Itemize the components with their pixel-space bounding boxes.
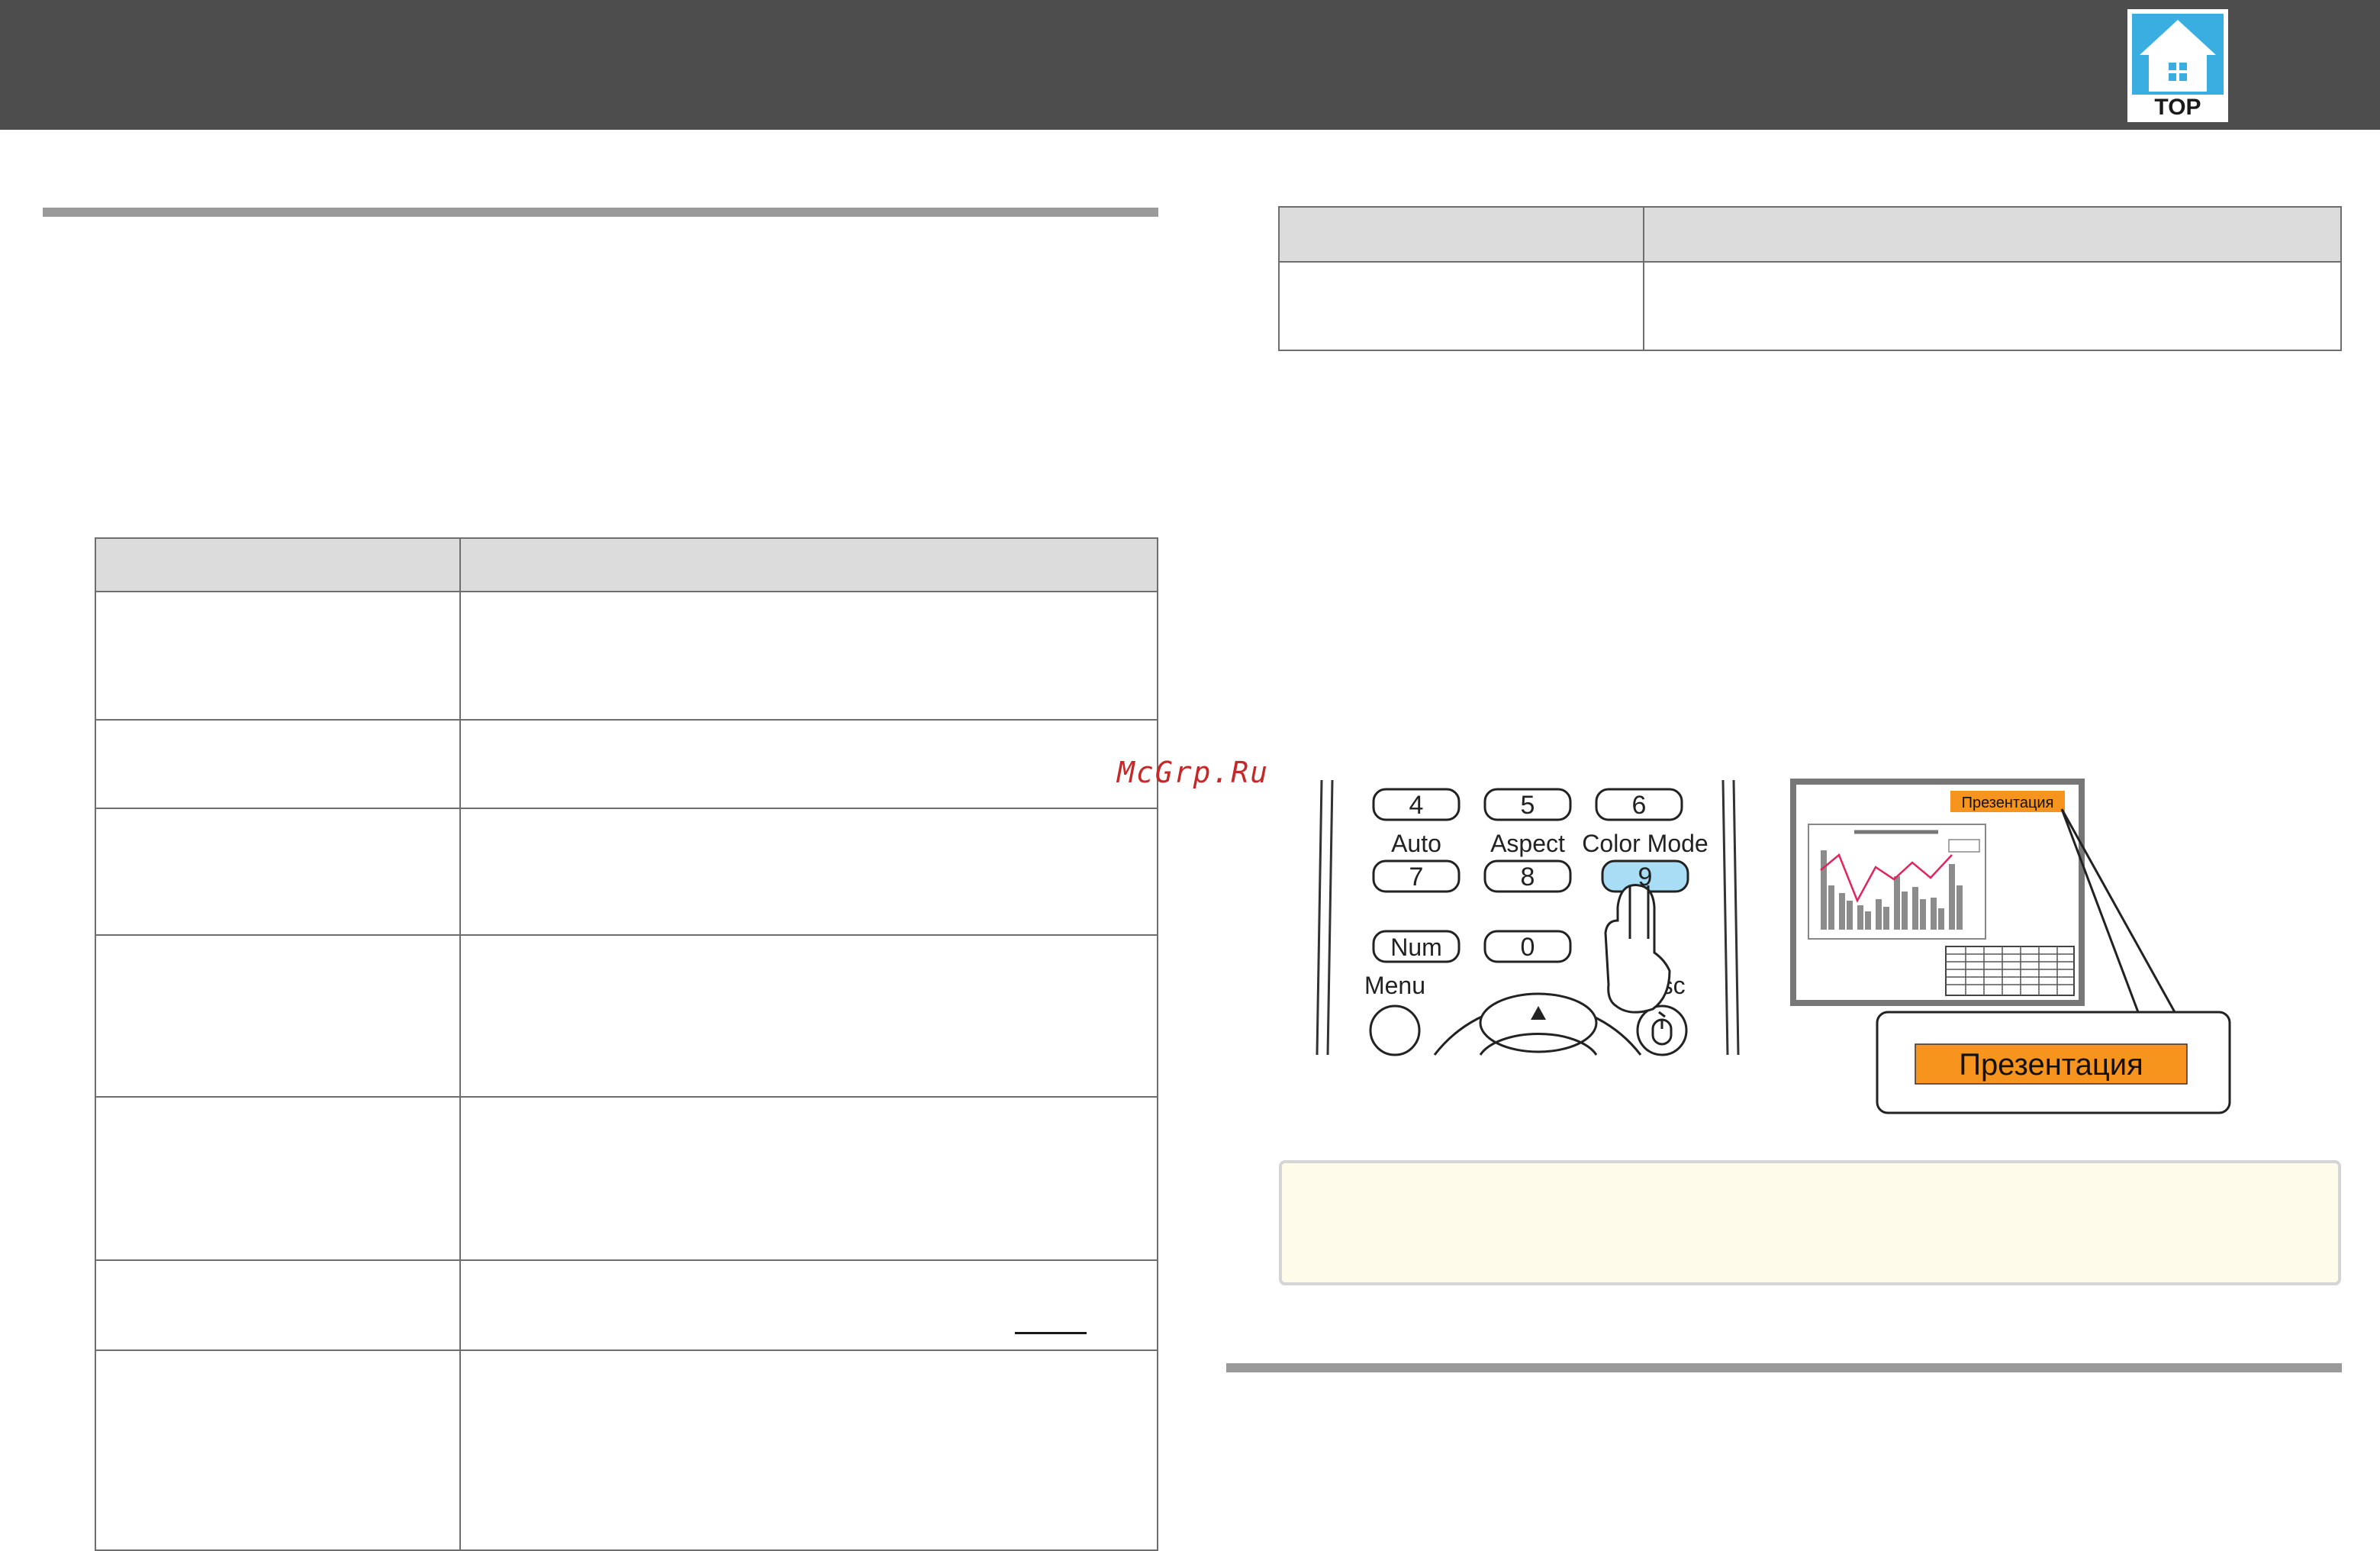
table-row bbox=[95, 591, 1158, 721]
settings-table-continued bbox=[1278, 206, 2342, 351]
projected-screen: Презентация bbox=[1790, 779, 2085, 1006]
table-row bbox=[95, 808, 1158, 936]
table-header-row bbox=[95, 537, 1158, 592]
table-row bbox=[95, 1259, 1158, 1351]
table-header-row bbox=[1278, 206, 2342, 263]
key-6-label: 6 bbox=[1632, 791, 1647, 820]
aspect-label: Aspect bbox=[1490, 830, 1565, 857]
mode-badge-text: Презентация bbox=[1962, 795, 2054, 811]
section-rule-right bbox=[1226, 1363, 2342, 1372]
table-row bbox=[95, 1096, 1158, 1261]
key-0-label: 0 bbox=[1521, 933, 1535, 962]
table-row bbox=[1278, 261, 2342, 351]
menu-label: Menu bbox=[1364, 972, 1425, 999]
mode-callout-text: Презентация bbox=[1959, 1048, 2143, 1082]
key-8-label: 8 bbox=[1521, 863, 1535, 892]
top-label: TOP bbox=[2154, 95, 2201, 120]
color-mode-label: Color Mode bbox=[1582, 830, 1708, 857]
key-4-label: 4 bbox=[1409, 791, 1424, 820]
watermark: McGrp.Ru bbox=[1117, 756, 1270, 789]
header-bar bbox=[0, 0, 2380, 130]
table-row bbox=[95, 934, 1158, 1098]
settings-table-main bbox=[95, 537, 1158, 1551]
note-box bbox=[1279, 1160, 2341, 1285]
key-7-label: 7 bbox=[1409, 863, 1424, 892]
color-mode-illustration: 4 5 6 Auto Aspect Color Mode 7 8 9 Num 0… bbox=[1312, 771, 2243, 1122]
remote-control: 4 5 6 Auto Aspect Color Mode 7 8 9 Num 0… bbox=[1316, 779, 1740, 1056]
link-underline[interactable] bbox=[1015, 1332, 1087, 1334]
key-5-label: 5 bbox=[1521, 791, 1535, 820]
pressing-hand-icon bbox=[1604, 884, 1671, 1014]
num-key-label: Num bbox=[1390, 934, 1442, 961]
top-link[interactable]: TOP bbox=[2127, 9, 2228, 122]
auto-label: Auto bbox=[1391, 830, 1441, 857]
table-row bbox=[95, 1349, 1158, 1551]
section-rule-left bbox=[43, 208, 1158, 217]
home-icon: TOP bbox=[2127, 9, 2228, 122]
menu-button[interactable] bbox=[1369, 1004, 1421, 1056]
table-row bbox=[95, 719, 1158, 809]
up-arrow-button[interactable] bbox=[1479, 992, 1598, 1053]
